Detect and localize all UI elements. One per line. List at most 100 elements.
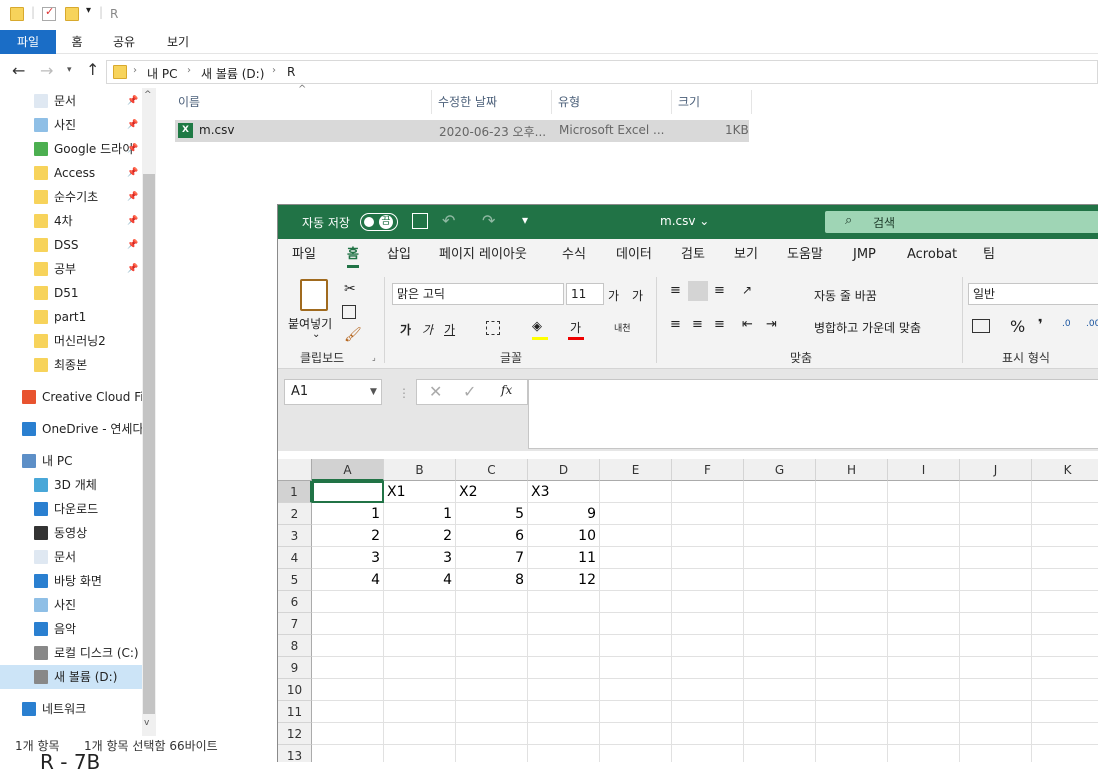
orientation-icon[interactable]: ↗: [742, 283, 752, 297]
align-center-icon[interactable]: ≡: [692, 317, 703, 332]
font-name-select[interactable]: 맑은 고딕: [392, 283, 564, 305]
cell[interactable]: [1032, 547, 1098, 569]
cell[interactable]: [312, 481, 384, 503]
cell[interactable]: [528, 591, 600, 613]
cell[interactable]: [312, 635, 384, 657]
cell[interactable]: 4: [384, 569, 456, 591]
cell[interactable]: [960, 613, 1032, 635]
sidebar-item[interactable]: Creative Cloud Fil: [0, 385, 142, 409]
cell[interactable]: [1032, 679, 1098, 701]
cell[interactable]: [1032, 525, 1098, 547]
cell[interactable]: [960, 701, 1032, 723]
sidebar-item[interactable]: 동영상: [0, 521, 142, 545]
cell[interactable]: [888, 635, 960, 657]
name-box-dropdown-icon[interactable]: ▼: [370, 387, 377, 397]
align-right-icon[interactable]: ≡: [714, 317, 725, 332]
cell[interactable]: [528, 679, 600, 701]
cell[interactable]: [744, 679, 816, 701]
up-arrow-icon[interactable]: ↑: [86, 60, 99, 79]
grow-font-button[interactable]: 가: [608, 287, 619, 304]
wrap-text-button[interactable]: 자동 줄 바꿈: [814, 287, 877, 304]
cell[interactable]: X2: [456, 481, 528, 503]
align-middle-icon[interactable]: [688, 281, 708, 301]
name-box[interactable]: A1: [284, 379, 382, 405]
column-type[interactable]: 유형: [552, 90, 672, 114]
cell[interactable]: [744, 635, 816, 657]
bold-button[interactable]: 가: [400, 321, 411, 338]
cell[interactable]: [600, 613, 672, 635]
cell[interactable]: [384, 657, 456, 679]
tab-page-layout[interactable]: 페이지 레이아웃: [439, 239, 527, 271]
tab-acrobat[interactable]: Acrobat: [907, 239, 957, 271]
row-header[interactable]: 3: [278, 525, 312, 547]
sidebar-item[interactable]: Access 📌: [0, 161, 142, 185]
undo-icon[interactable]: ↶: [442, 211, 455, 230]
row-header[interactable]: 8: [278, 635, 312, 657]
sidebar-item[interactable]: 내 PC: [0, 449, 142, 473]
increase-decimal-icon[interactable]: .0: [1062, 319, 1071, 329]
cell[interactable]: [816, 657, 888, 679]
tab-formulas[interactable]: 수식: [562, 239, 586, 271]
currency-format-icon[interactable]: [972, 319, 990, 333]
tab-review[interactable]: 검토: [681, 239, 705, 271]
cell[interactable]: [960, 723, 1032, 745]
dialog-launcher-icon[interactable]: ⌟: [372, 353, 376, 362]
cell[interactable]: [384, 635, 456, 657]
cell[interactable]: [600, 569, 672, 591]
quick-access-dropdown-icon[interactable]: ▾: [86, 5, 91, 16]
cell[interactable]: [960, 635, 1032, 657]
cell[interactable]: [672, 547, 744, 569]
tab-insert[interactable]: 삽입: [387, 239, 411, 271]
column-header[interactable]: K: [1032, 459, 1098, 481]
tab-share[interactable]: 공유: [106, 30, 142, 54]
column-header[interactable]: G: [744, 459, 816, 481]
tab-help[interactable]: 도움말: [787, 239, 823, 271]
cell[interactable]: [888, 503, 960, 525]
sidebar-item[interactable]: 순수기초 📌: [0, 185, 142, 209]
cell[interactable]: 10: [528, 525, 600, 547]
cell[interactable]: [1032, 613, 1098, 635]
cell[interactable]: [744, 657, 816, 679]
cell[interactable]: [528, 745, 600, 762]
column-date[interactable]: 수정한 날짜: [432, 90, 552, 114]
pin-icon[interactable]: 📌: [127, 89, 138, 113]
cell[interactable]: [816, 591, 888, 613]
cell[interactable]: [960, 503, 1032, 525]
sidebar-item[interactable]: D51: [0, 281, 142, 305]
cell[interactable]: [312, 657, 384, 679]
cell[interactable]: [312, 613, 384, 635]
align-left-icon[interactable]: ≡: [670, 317, 681, 332]
row-header[interactable]: 9: [278, 657, 312, 679]
cell[interactable]: [888, 613, 960, 635]
cell[interactable]: [816, 547, 888, 569]
tab-data[interactable]: 데이터: [616, 239, 652, 271]
cell[interactable]: 12: [528, 569, 600, 591]
recent-dropdown-icon[interactable]: ▾: [67, 65, 72, 75]
percent-button[interactable]: %: [1010, 317, 1025, 336]
row-header[interactable]: 13: [278, 745, 312, 762]
row-header[interactable]: 5: [278, 569, 312, 591]
scroll-down-icon[interactable]: v: [144, 718, 149, 728]
cell[interactable]: [888, 745, 960, 762]
phonetic-button[interactable]: 내천: [614, 321, 631, 334]
sidebar-item[interactable]: 사진 📌: [0, 113, 142, 137]
cell[interactable]: [744, 547, 816, 569]
breadcrumb-drive[interactable]: 새 볼륨 (D:): [201, 65, 264, 82]
column-header[interactable]: A: [312, 459, 384, 481]
cell[interactable]: [456, 591, 528, 613]
cell[interactable]: [672, 613, 744, 635]
column-header[interactable]: D: [528, 459, 600, 481]
new-folder-icon[interactable]: [65, 7, 79, 21]
cell[interactable]: 5: [456, 503, 528, 525]
fill-color-icon[interactable]: ◈: [532, 319, 542, 334]
cell[interactable]: [960, 591, 1032, 613]
save-icon[interactable]: [412, 213, 428, 229]
sidebar-item[interactable]: 다운로드: [0, 497, 142, 521]
nav-scroll-thumb[interactable]: [143, 174, 155, 714]
borders-icon[interactable]: [486, 321, 500, 335]
tab-view[interactable]: 보기: [160, 30, 196, 54]
cell[interactable]: [1032, 657, 1098, 679]
merge-center-button[interactable]: 병합하고 가운데 맞춤: [814, 319, 921, 336]
cell[interactable]: 8: [456, 569, 528, 591]
sidebar-item[interactable]: part1: [0, 305, 142, 329]
